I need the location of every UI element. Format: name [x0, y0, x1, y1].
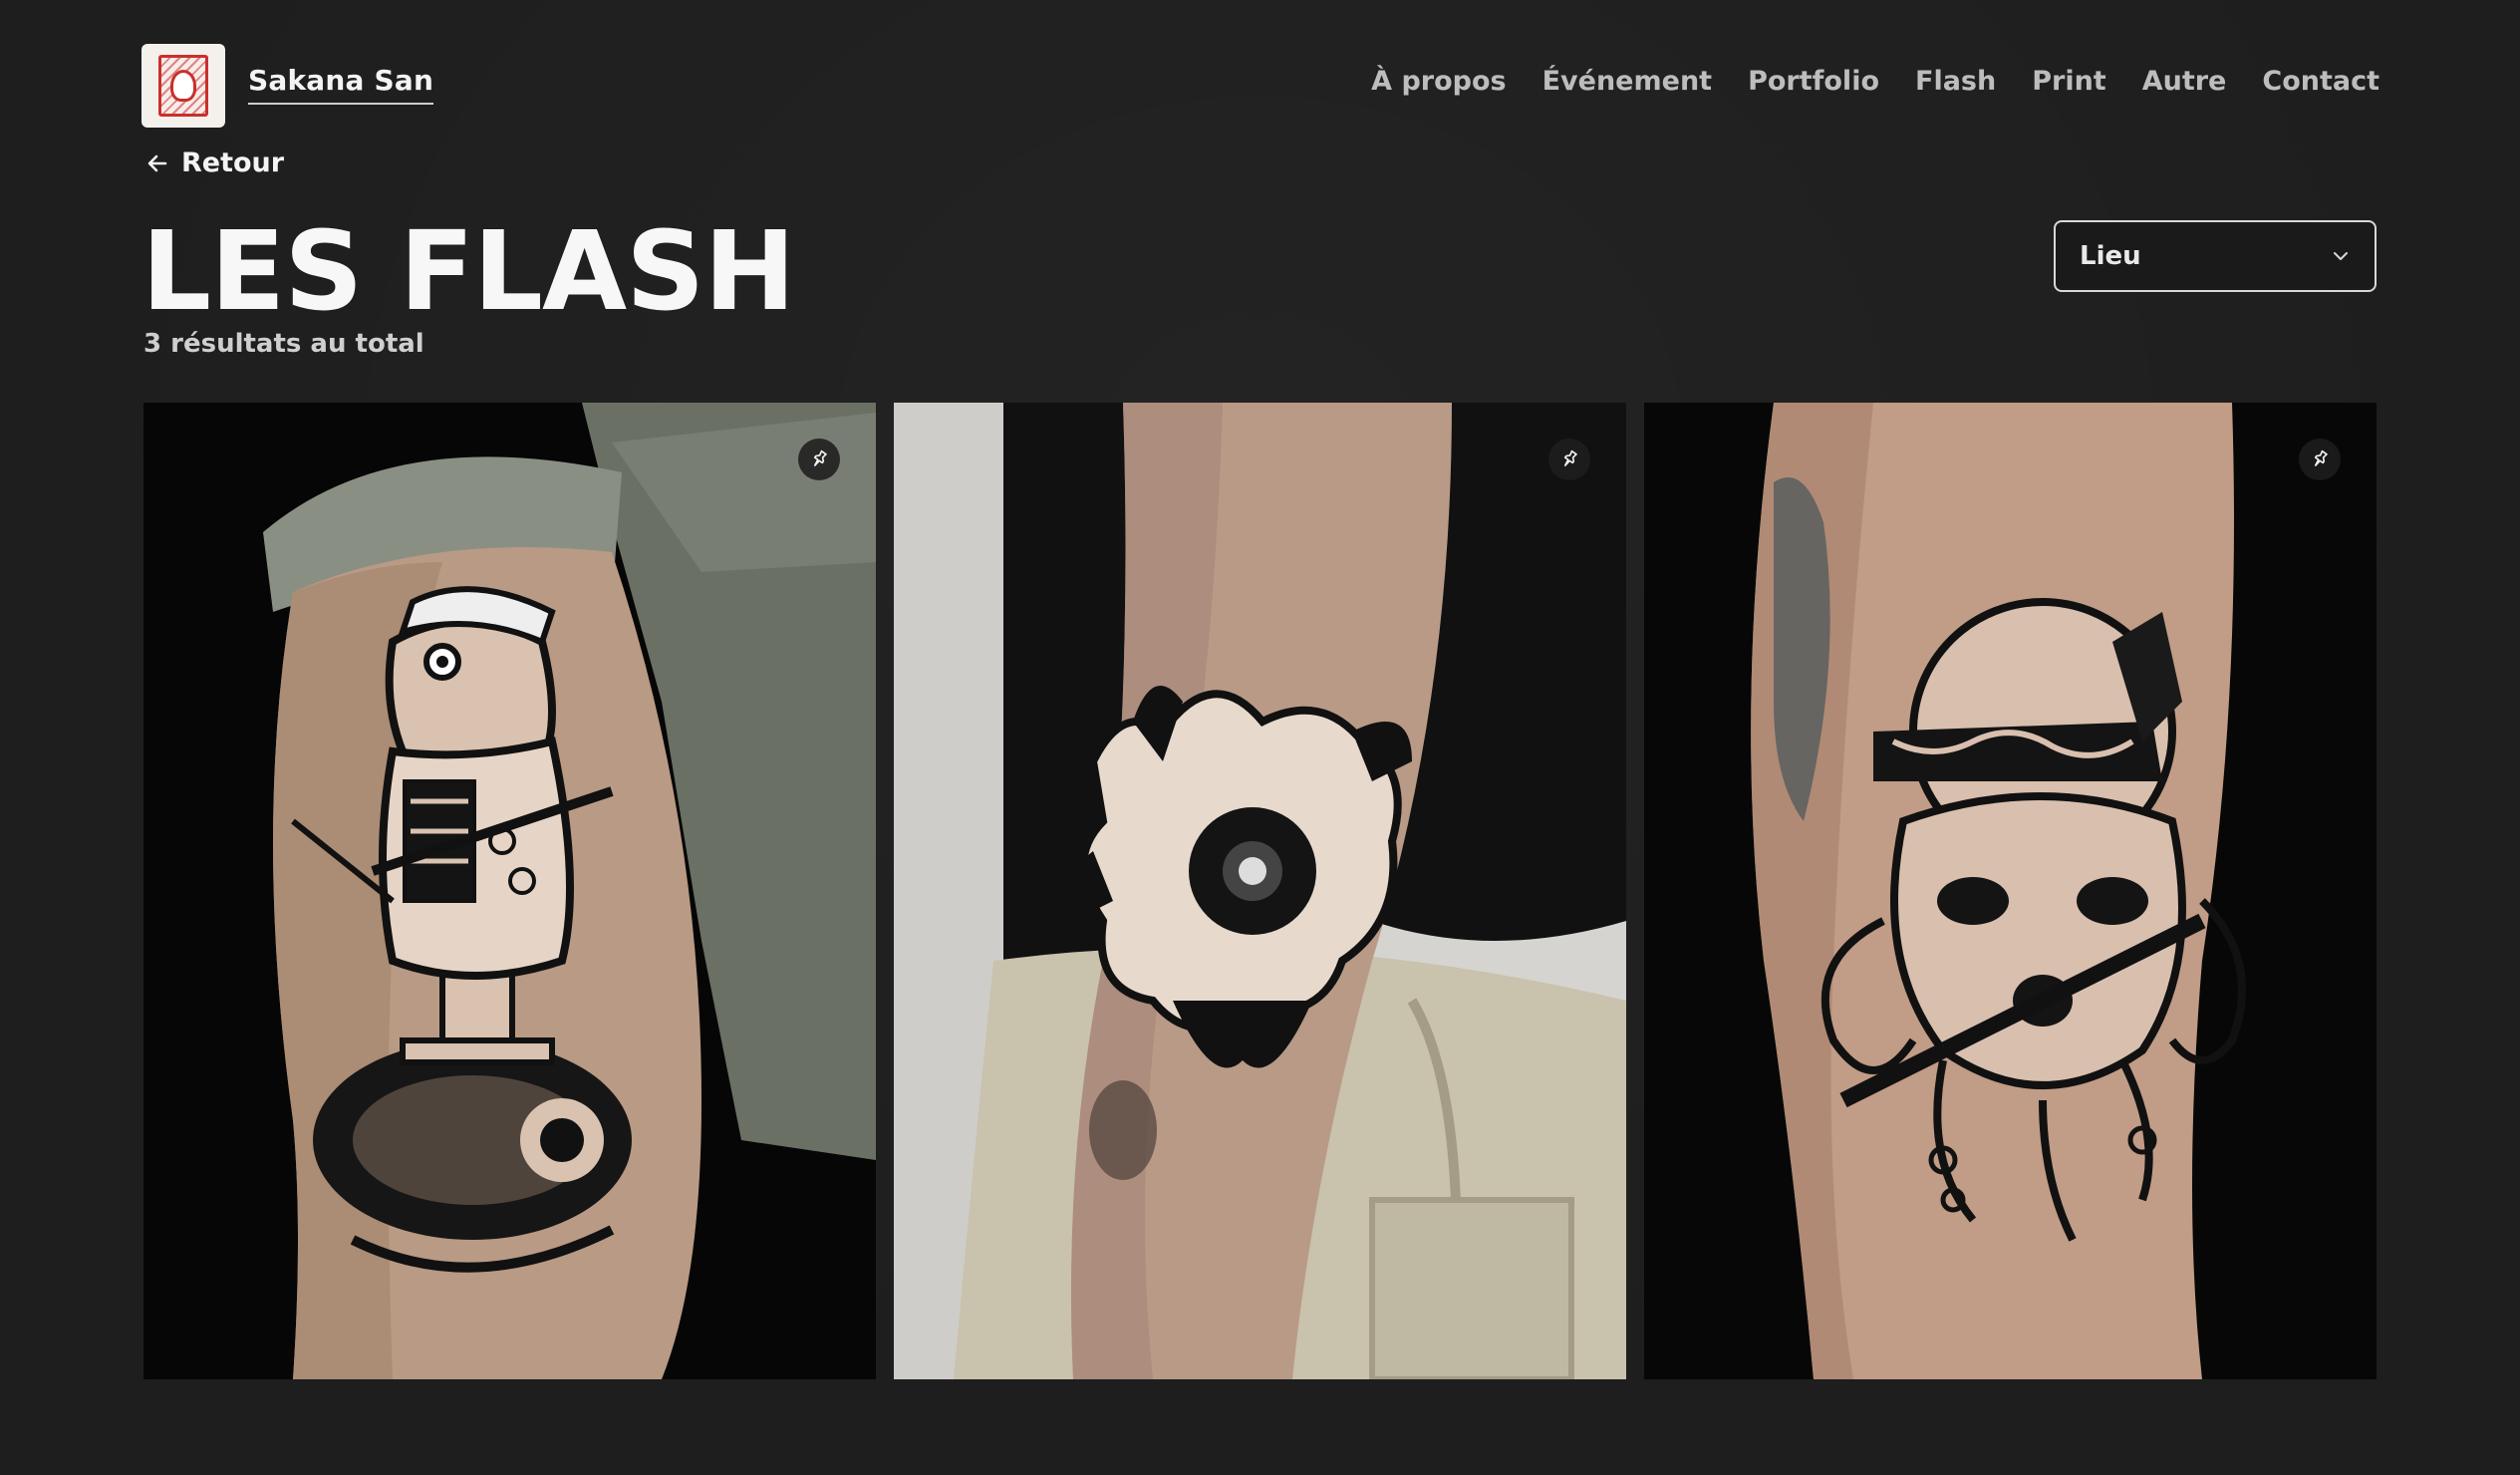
location-filter-select[interactable]: Lieu [2054, 220, 2377, 292]
result-count: 3 résultats au total [143, 329, 424, 359]
nav-item-autre[interactable]: Autre [2142, 66, 2227, 97]
arrow-left-icon [147, 154, 167, 171]
pin-button[interactable] [798, 439, 840, 480]
pin-button[interactable] [1548, 439, 1590, 480]
back-link-label: Retour [181, 148, 285, 178]
gallery-item-peony[interactable] [894, 403, 1626, 1379]
tattoo-photo [894, 403, 1626, 1379]
page-title: LES FLASH [141, 207, 795, 335]
main-nav: À propos Événement Portfolio Flash Print… [1371, 66, 2380, 97]
pin-icon [813, 449, 827, 466]
pin-button[interactable] [2299, 439, 2341, 480]
logo[interactable] [141, 44, 225, 128]
nav-item-contact[interactable]: Contact [2262, 66, 2380, 97]
pin-icon [1563, 449, 1577, 466]
page: Sakana San À propos Événement Portfolio … [0, 0, 2520, 1475]
koi-card-logo-icon [158, 55, 208, 117]
nav-item-evenement[interactable]: Événement [1542, 66, 1712, 97]
pin-icon [2314, 449, 2328, 466]
nav-item-print[interactable]: Print [2032, 66, 2106, 97]
nav-item-a-propos[interactable]: À propos [1371, 66, 1506, 97]
nav-item-portfolio[interactable]: Portfolio [1748, 66, 1879, 97]
back-link[interactable]: Retour [145, 148, 284, 178]
gallery-item-samurai-frog[interactable] [143, 403, 876, 1379]
gallery-item-octopus[interactable] [1644, 403, 2377, 1379]
nav-item-flash[interactable]: Flash [1915, 66, 1996, 97]
select-value: Lieu [2080, 241, 2141, 271]
chevron-down-icon [2334, 252, 2348, 260]
tattoo-photo [143, 403, 876, 1379]
flash-gallery [143, 403, 2377, 1379]
tattoo-photo [1644, 403, 2377, 1379]
brand-name-link[interactable]: Sakana San [248, 64, 434, 105]
